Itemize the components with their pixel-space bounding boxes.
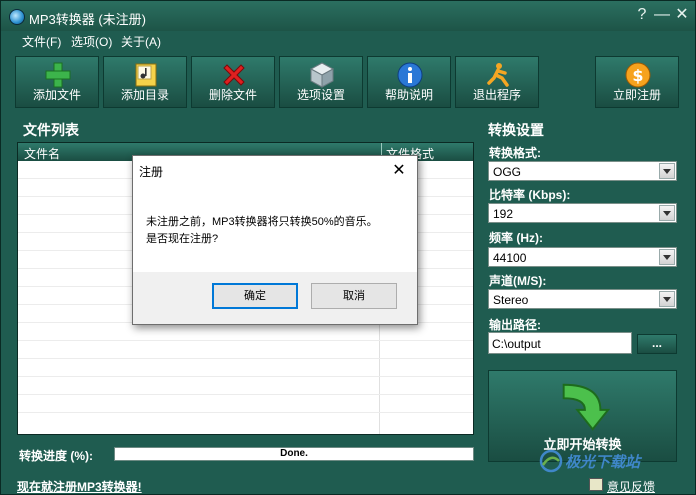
dialog-ok-button[interactable]: 确定 xyxy=(212,283,298,309)
add-folder-label: 添加目录 xyxy=(120,88,169,102)
format-select[interactable]: OGG xyxy=(488,161,677,181)
format-label: 转换格式: xyxy=(489,146,541,160)
browse-button[interactable]: ... xyxy=(637,334,677,354)
dialog-cancel-button[interactable]: 取消 xyxy=(311,283,397,309)
green-arrow-icon xyxy=(562,383,611,431)
watermark-text: 极光下载站 xyxy=(565,454,641,471)
menu-about[interactable]: 关于(A) xyxy=(121,33,161,50)
channel-select[interactable]: Stereo xyxy=(488,289,677,309)
dialog-title: 注册 xyxy=(139,165,164,179)
add-file-button[interactable]: 添加文件 xyxy=(15,56,99,108)
column-filename[interactable]: 文件名 xyxy=(24,145,60,162)
plus-icon xyxy=(45,62,71,88)
channel-value: Stereo xyxy=(493,293,529,307)
format-value: OGG xyxy=(493,165,522,179)
chevron-down-icon[interactable] xyxy=(659,163,675,179)
register-dialog: 注册 ✕ 未注册之前，MP3转换器将只转换50%的音乐。 是否现在注册? 确定 … xyxy=(132,155,418,325)
svg-text:$: $ xyxy=(632,66,643,85)
frequency-value: 44100 xyxy=(493,251,527,265)
register-label: 立即注册 xyxy=(612,88,661,102)
bitrate-select[interactable]: 192 xyxy=(488,203,677,223)
help-label: 帮助说明 xyxy=(384,88,433,102)
options-button[interactable]: 选项设置 xyxy=(279,56,363,108)
register-button[interactable]: $ 立即注册 xyxy=(595,56,679,108)
progress-label: 转换进度 (%): xyxy=(19,449,93,463)
dollar-coin-icon: $ xyxy=(625,62,651,88)
dialog-question: 是否现在注册? xyxy=(146,233,219,245)
dialog-message: 未注册之前，MP3转换器将只转换50%的音乐。 xyxy=(146,216,378,228)
title-bar[interactable]: MP3转换器 (未注册) ? — ✕ xyxy=(1,1,695,31)
window-title: MP3转换器 (未注册) xyxy=(29,12,147,27)
minimize-icon[interactable]: — xyxy=(653,5,671,25)
options-label: 选项设置 xyxy=(296,88,345,102)
watermark-logo: 极光下载站 xyxy=(539,449,689,475)
file-list-title: 文件列表 xyxy=(23,122,79,138)
menu-bar: 文件(F) 选项(O) 关于(A) xyxy=(1,31,695,51)
list-row xyxy=(18,359,473,377)
close-icon[interactable]: ✕ xyxy=(673,5,691,25)
running-man-icon xyxy=(487,63,509,87)
dialog-body: 未注册之前，MP3转换器将只转换50%的音乐。 是否现在注册? xyxy=(133,186,417,272)
channel-label: 声道(M/S): xyxy=(489,274,547,288)
settings-title: 转换设置 xyxy=(488,122,544,138)
delete-x-icon xyxy=(223,64,245,86)
bitrate-label: 比特率 (Kbps): xyxy=(489,188,571,202)
dialog-close-icon[interactable]: ✕ xyxy=(387,160,411,182)
exit-button[interactable]: 退出程序 xyxy=(455,56,539,108)
feedback-link[interactable]: 意见反馈 xyxy=(607,478,655,495)
progress-text: Done. xyxy=(280,448,308,459)
folder-music-icon xyxy=(135,63,157,87)
output-path-field[interactable]: C:\output xyxy=(488,332,632,354)
menu-file[interactable]: 文件(F) xyxy=(22,33,61,50)
frequency-label: 频率 (Hz): xyxy=(489,231,543,245)
delete-file-label: 删除文件 xyxy=(208,88,257,102)
status-bar: 现在就注册MP3转换器! 意见反馈 xyxy=(1,475,695,495)
chevron-down-icon[interactable] xyxy=(659,205,675,221)
add-folder-button[interactable]: 添加目录 xyxy=(103,56,187,108)
aurora-logo-icon xyxy=(539,449,563,473)
register-link[interactable]: 现在就注册MP3转换器! xyxy=(17,478,142,495)
list-row xyxy=(18,323,473,341)
info-icon xyxy=(397,62,423,88)
dialog-title-bar[interactable]: 注册 ✕ xyxy=(133,156,417,186)
help-icon[interactable]: ? xyxy=(633,5,651,25)
feedback-icon[interactable] xyxy=(589,478,603,491)
chevron-down-icon[interactable] xyxy=(659,249,675,265)
frequency-select[interactable]: 44100 xyxy=(488,247,677,267)
delete-file-button[interactable]: 删除文件 xyxy=(191,56,275,108)
list-row xyxy=(18,341,473,359)
cube-icon xyxy=(309,62,335,88)
output-label: 输出路径: xyxy=(489,318,541,332)
menu-options[interactable]: 选项(O) xyxy=(71,33,112,50)
list-row xyxy=(18,395,473,413)
output-path-value: C:\output xyxy=(492,337,541,351)
chevron-down-icon[interactable] xyxy=(659,291,675,307)
main-window: MP3转换器 (未注册) ? — ✕ 文件(F) 选项(O) 关于(A) 添加文… xyxy=(0,0,696,495)
bitrate-value: 192 xyxy=(493,207,514,221)
app-icon xyxy=(9,9,25,25)
add-file-label: 添加文件 xyxy=(32,88,81,102)
help-button[interactable]: 帮助说明 xyxy=(367,56,451,108)
list-row xyxy=(18,377,473,395)
progress-bar: Done. xyxy=(114,447,474,461)
exit-label: 退出程序 xyxy=(472,88,521,102)
